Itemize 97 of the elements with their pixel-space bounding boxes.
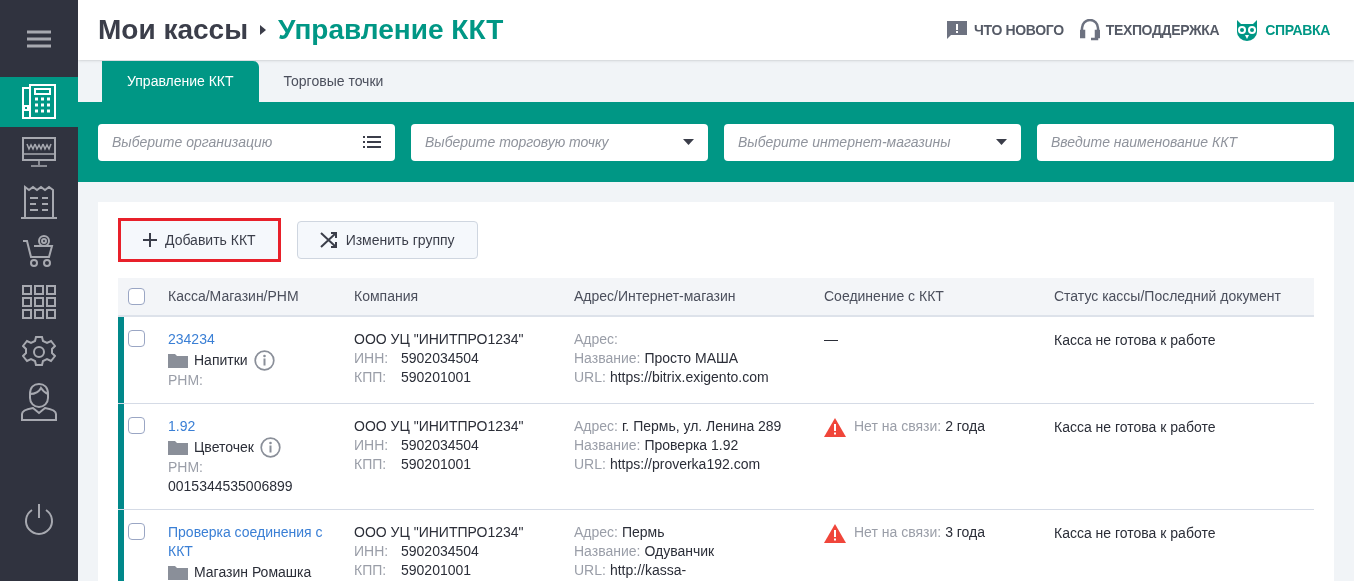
address-value: https://proverka192.com xyxy=(609,456,761,472)
register-link[interactable]: 234234 xyxy=(168,330,346,349)
info-icon[interactable] xyxy=(253,349,275,371)
tab[interactable]: Управление ККТ xyxy=(102,61,259,102)
warning-icon xyxy=(824,418,846,437)
power-icon xyxy=(23,503,55,537)
breadcrumb-link[interactable]: Мои кассы xyxy=(98,9,249,51)
address-value: Просто МАША xyxy=(644,350,739,366)
menu-icon xyxy=(26,28,52,49)
header-link[interactable]: ЧТО НОВОГО xyxy=(946,19,1064,41)
plus-icon xyxy=(143,233,157,247)
store-name: Магазин Ромашка xyxy=(194,562,312,581)
address-label: URL: xyxy=(574,562,606,578)
select-field[interactable]: Выберите торговую точку xyxy=(411,123,708,161)
checkbox[interactable] xyxy=(128,330,145,347)
shopping-cart-icon xyxy=(22,235,56,269)
rnm-value: 0015344535006899 xyxy=(168,477,294,496)
address-label: Название: xyxy=(574,437,641,453)
connection-value: — xyxy=(824,331,838,347)
shuffle-icon xyxy=(319,231,338,249)
company-name: ООО УЦ "ИНИТПРО1234" xyxy=(354,330,525,349)
address-value: г. Пермь, ул. Ленина 289 xyxy=(621,418,782,434)
rnm-label: РНМ: xyxy=(168,371,204,390)
checkbox[interactable] xyxy=(128,417,145,434)
message-alert-icon xyxy=(946,20,969,40)
address-value: Одуванчик xyxy=(644,543,715,559)
address-label: Название: xyxy=(574,350,641,366)
caret-icon xyxy=(996,139,1007,145)
address-value: Проверка 1.92 xyxy=(644,437,739,453)
folder-icon xyxy=(168,352,188,368)
select-field[interactable]: Выберите интернет-магазины xyxy=(724,123,1021,161)
settings-icon xyxy=(22,335,56,369)
monitor-icon xyxy=(21,136,57,168)
kpp-value: 590201001 xyxy=(401,455,472,474)
address-label: URL: xyxy=(574,456,606,472)
column-header: Адрес/Интернет-магазин xyxy=(574,288,736,304)
connection-label: Нет на связи: xyxy=(854,418,942,434)
kpp-label: КПП: xyxy=(354,455,388,474)
register-link[interactable]: Проверка соединения с ККТ xyxy=(168,523,346,561)
inn-label: ИНН: xyxy=(354,349,390,368)
status-text: Касса не готова к работе xyxy=(1054,525,1216,541)
tab[interactable]: Торговые точки xyxy=(258,61,409,102)
warning-icon xyxy=(824,524,846,543)
address-label: Адрес: xyxy=(574,418,618,434)
connection-value: 3 года xyxy=(945,524,986,540)
info-icon[interactable] xyxy=(259,436,281,458)
address-value: Пермь xyxy=(621,524,665,540)
column-header: Касса/Магазин/РНМ xyxy=(168,288,299,304)
caret-icon xyxy=(683,139,694,145)
grid-icon xyxy=(22,285,56,319)
address-label: Адрес: xyxy=(574,524,618,540)
address-value: https://bitrix.exigento.com xyxy=(609,369,769,385)
column-header: Статус кассы/Последний документ xyxy=(1054,288,1281,304)
status-text: Касса не готова к работе xyxy=(1054,332,1216,348)
input-field[interactable]: Введите наименование ККТ xyxy=(1037,123,1334,161)
header-link[interactable]: СПРАВКА xyxy=(1235,19,1330,41)
user-icon xyxy=(21,382,57,422)
sidebar-item[interactable] xyxy=(0,77,78,127)
button[interactable]: Добавить ККТ xyxy=(118,218,281,262)
store-name: Цветочек xyxy=(194,437,254,457)
address-label: Адрес: xyxy=(574,331,618,347)
headset-icon xyxy=(1079,19,1100,41)
inn-value: 5902034504 xyxy=(401,542,479,561)
column-header: Соединение с ККТ xyxy=(824,288,944,304)
inn-label: ИНН: xyxy=(354,542,390,561)
inn-value: 5902034504 xyxy=(401,349,479,368)
cash-register-icon xyxy=(21,84,57,120)
inn-label: ИНН: xyxy=(354,436,390,455)
address-value: http://kassa- xyxy=(609,562,687,578)
kpp-value: 590201001 xyxy=(401,561,472,580)
kpp-label: КПП: xyxy=(354,368,388,387)
connection-value: 2 года xyxy=(945,418,986,434)
folder-icon xyxy=(168,564,188,580)
chevron-icon xyxy=(260,25,267,35)
kpp-label: КПП: xyxy=(354,561,388,580)
header-link[interactable]: ТЕХПОДДЕРЖКА xyxy=(1079,19,1220,41)
company-name: ООО УЦ "ИНИТПРО1234" xyxy=(354,417,525,436)
checkbox[interactable] xyxy=(128,523,145,540)
folder-icon xyxy=(168,439,188,455)
register-link[interactable]: 1.92 xyxy=(168,417,346,436)
address-label: URL: xyxy=(574,369,606,385)
kpp-value: 590201001 xyxy=(401,368,472,387)
owl-icon xyxy=(1235,19,1260,41)
receipt-icon xyxy=(20,184,58,220)
page-title: Управление ККТ xyxy=(278,13,504,47)
connection-label: Нет на связи: xyxy=(854,524,942,540)
checkbox[interactable] xyxy=(128,288,145,305)
button[interactable]: Изменить группу xyxy=(296,221,478,259)
column-header: Компания xyxy=(354,288,419,304)
list-icon xyxy=(363,136,381,148)
select-field[interactable]: Выберите организацию xyxy=(98,123,395,161)
rnm-label: РНМ: xyxy=(168,458,204,477)
address-label: Название: xyxy=(574,543,641,559)
status-text: Касса не готова к работе xyxy=(1054,419,1216,435)
company-name: ООО УЦ "ИНИТПРО1234" xyxy=(354,523,525,542)
inn-value: 5902034504 xyxy=(401,436,479,455)
store-name: Напитки xyxy=(194,350,248,370)
